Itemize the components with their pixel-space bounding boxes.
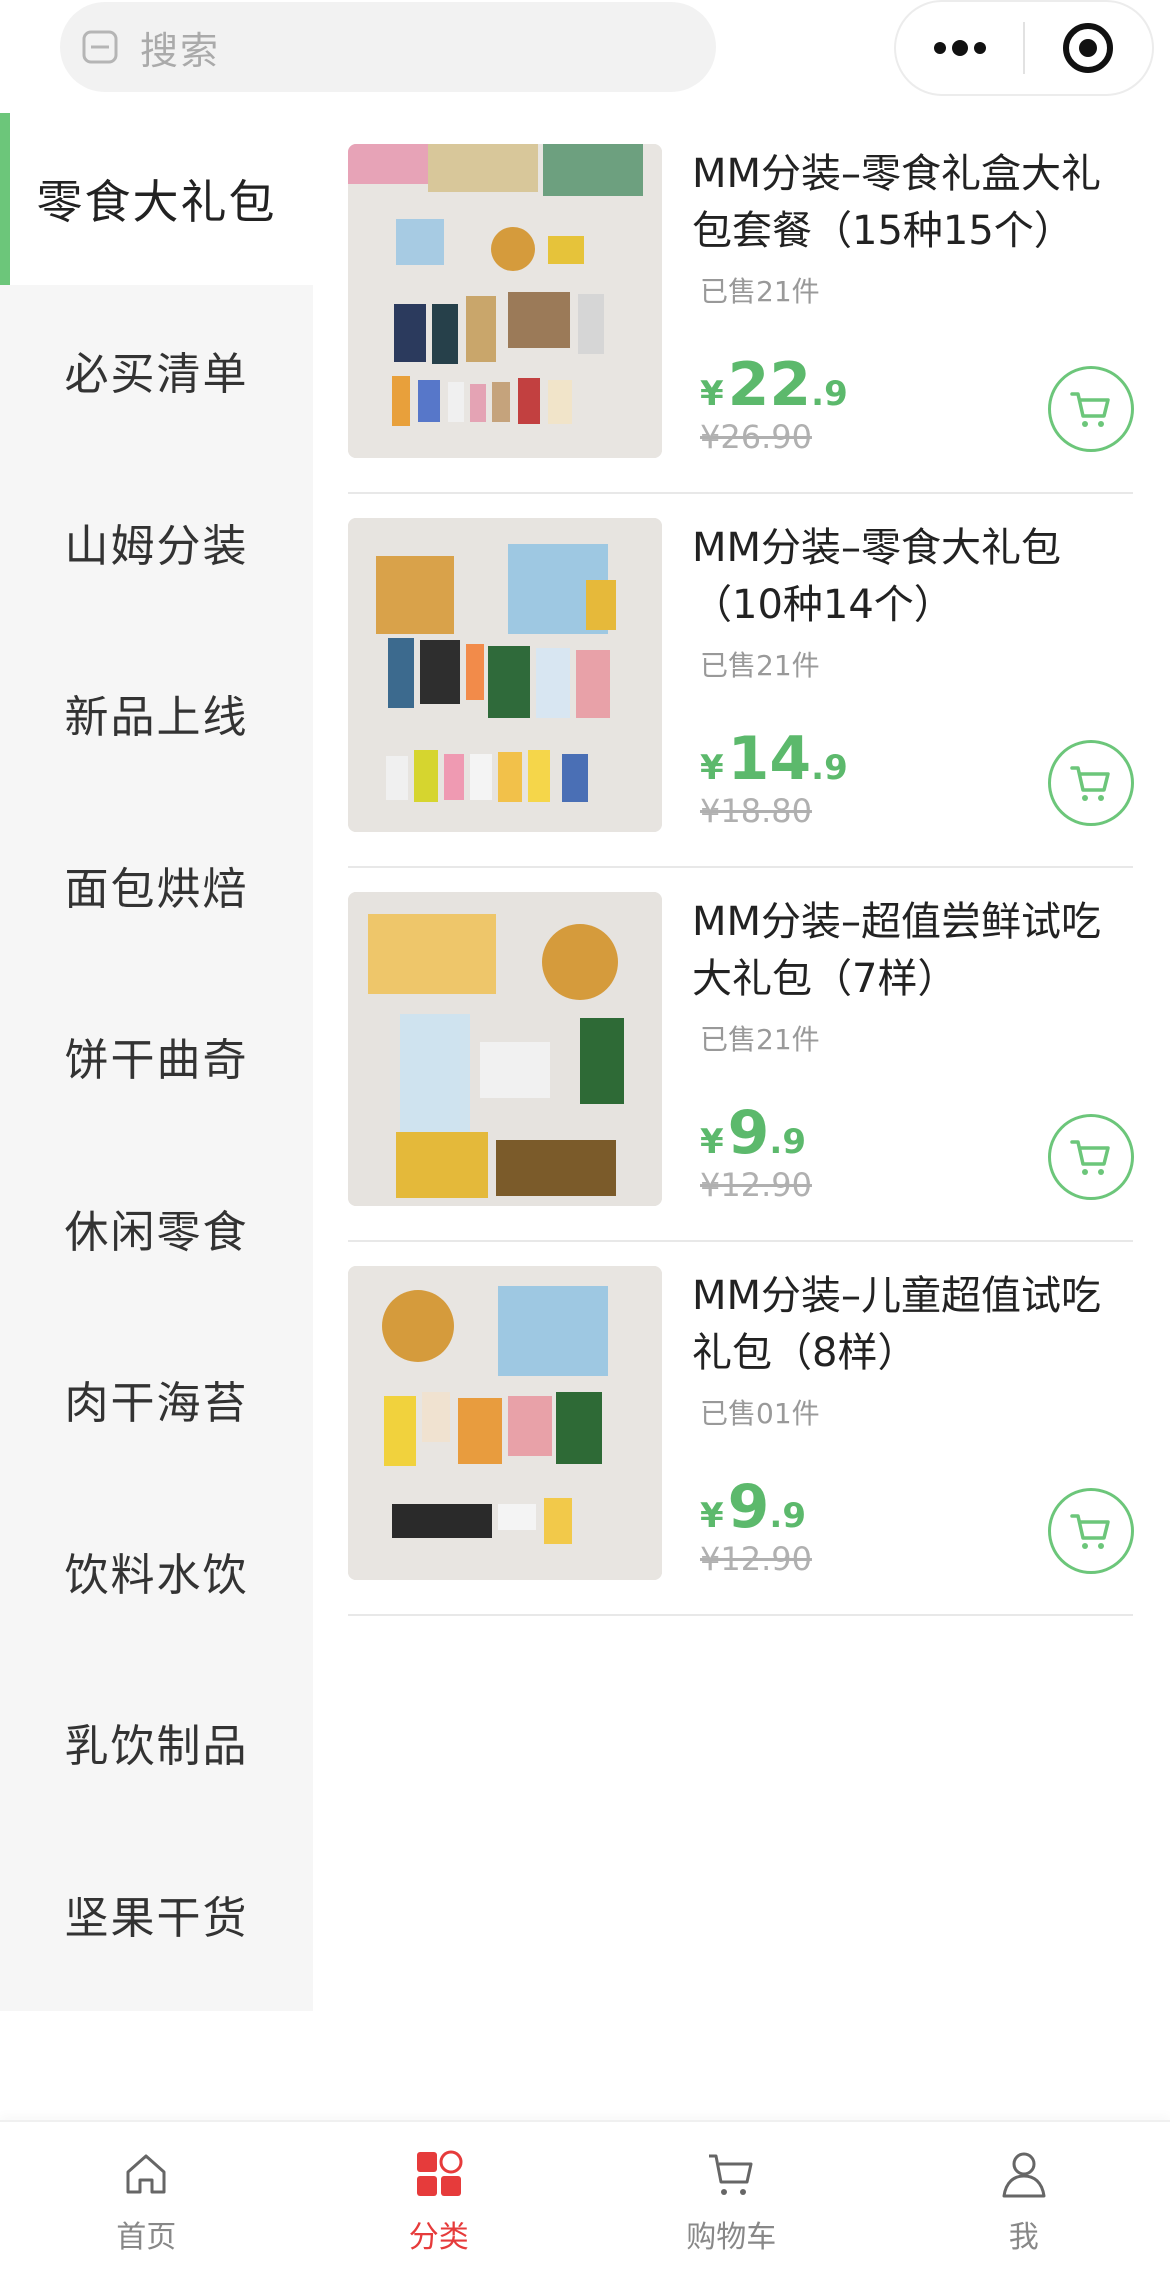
product-image[interactable] [348, 892, 662, 1206]
tab-label: 购物车 [686, 2220, 777, 2255]
sold-count: 已售21件 [700, 649, 820, 682]
cart-icon [709, 2154, 753, 2195]
product-card[interactable]: MM分装–零食大礼包（10种14个） 已售21件 ¥ 14 .9 ¥18.80 [348, 494, 1134, 868]
original-price: ¥26.90 [700, 418, 812, 456]
original-price: ¥12.90 [700, 1540, 812, 1578]
product-image[interactable] [348, 518, 662, 832]
tab-bar: 首页 分类 购物车 我 [0, 2120, 1170, 2285]
sidebar-item[interactable]: 肉干海苔 [0, 1314, 313, 1486]
sidebar-item-label: 乳饮制品 [64, 1721, 249, 1773]
sold-count: 已售21件 [700, 1023, 820, 1056]
original-price: ¥18.80 [700, 792, 812, 830]
target-close-icon [1063, 23, 1114, 73]
tab-item[interactable]: 购物车 [585, 2122, 878, 2285]
cart-icon [1070, 1140, 1110, 1175]
miniprogram-capsule [894, 0, 1154, 96]
price-decimal: .9 [811, 374, 848, 414]
cart-icon [1070, 1514, 1110, 1549]
original-price: ¥12.90 [700, 1166, 812, 1204]
price-integer: 22 [727, 350, 812, 420]
sold-count: 已售21件 [700, 275, 820, 308]
add-to-cart-button[interactable] [1048, 366, 1134, 452]
product-title: MM分装–儿童超值试吃礼包（8样） [692, 1273, 1102, 1376]
close-button[interactable] [1025, 0, 1152, 96]
tab-item[interactable]: 首页 [0, 2122, 293, 2285]
product-title: MM分装–零食大礼包（10种14个） [692, 525, 1062, 628]
sidebar-item[interactable]: 面包烘焙 [0, 799, 313, 971]
product-card[interactable]: MM分装–儿童超值试吃礼包（8样） 已售01件 ¥ 9 .9 ¥12.90 [348, 1242, 1134, 1616]
category-sidebar: 零食大礼包必买清单山姆分装新品上线面包烘焙饼干曲奇休闲零食肉干海苔饮料水饮乳饮制… [0, 113, 313, 2011]
product-image[interactable] [348, 144, 662, 458]
product-price: ¥ 9 .9 [700, 1098, 806, 1168]
product-title: MM分装–超值尝鲜试吃大礼包（7样） [692, 899, 1102, 1002]
sidebar-item[interactable]: 新品上线 [0, 628, 313, 800]
price-integer: 9 [727, 1472, 770, 1542]
product-price: ¥ 14 .9 [700, 724, 848, 794]
sidebar-item-label: 饮料水饮 [64, 1549, 249, 1601]
sold-count: 已售01件 [700, 1397, 820, 1430]
currency-symbol: ¥ [700, 748, 724, 788]
tab-label: 首页 [116, 2220, 177, 2255]
cart-icon [1070, 766, 1110, 801]
price-decimal: .9 [769, 1122, 806, 1162]
tab-item[interactable]: 我 [878, 2122, 1170, 2285]
product-price: ¥ 9 .9 [700, 1472, 806, 1542]
sidebar-item-label: 饼干曲奇 [64, 1035, 249, 1087]
tab-item[interactable]: 分类 [293, 2122, 586, 2285]
currency-symbol: ¥ [700, 1122, 724, 1162]
home-icon [126, 2154, 166, 2194]
search-placeholder: 搜索 [140, 28, 221, 73]
tab-label: 分类 [408, 2220, 469, 2255]
price-integer: 9 [727, 1098, 770, 1168]
sidebar-item-label: 山姆分装 [64, 520, 249, 572]
product-title: MM分装–零食礼盒大礼包套餐（15种15个） [692, 151, 1102, 254]
cart-icon [1070, 392, 1110, 427]
product-list: MM分装–零食礼盒大礼包套餐（15种15个） 已售21件 ¥ 22 .9 ¥26… [348, 120, 1134, 1616]
sidebar-item-label: 肉干海苔 [64, 1378, 249, 1430]
add-to-cart-button[interactable] [1048, 740, 1134, 826]
product-image[interactable] [348, 1266, 662, 1580]
price-decimal: .9 [769, 1496, 806, 1536]
sidebar-item[interactable]: 必买清单 [0, 285, 313, 457]
currency-symbol: ¥ [700, 1496, 724, 1536]
add-to-cart-button[interactable] [1048, 1488, 1134, 1574]
add-to-cart-button[interactable] [1048, 1114, 1134, 1200]
search-icon [82, 30, 118, 64]
sidebar-item[interactable]: 零食大礼包 [0, 113, 313, 285]
sidebar-item[interactable]: 山姆分装 [0, 456, 313, 628]
app-screen: 搜索 零食大礼包必买清单山姆分装新品上线面包烘焙饼干曲奇休闲零食肉干海苔饮料水饮… [0, 0, 1170, 2285]
tab-label: 我 [1008, 2220, 1039, 2255]
more-button[interactable] [896, 0, 1023, 96]
sidebar-item-label: 坚果干货 [64, 1892, 249, 1944]
user-icon [1002, 2152, 1046, 2198]
sidebar-item[interactable]: 饮料水饮 [0, 1485, 313, 1657]
sidebar-item-label: 必买清单 [64, 349, 249, 401]
product-price: ¥ 22 .9 [700, 350, 848, 420]
product-card[interactable]: MM分装–零食礼盒大礼包套餐（15种15个） 已售21件 ¥ 22 .9 ¥26… [348, 120, 1134, 494]
price-integer: 14 [727, 724, 812, 794]
sidebar-item[interactable]: 坚果干货 [0, 1828, 313, 2000]
sidebar-item-label: 零食大礼包 [36, 174, 277, 229]
sidebar-item[interactable]: 休闲零食 [0, 1142, 313, 1314]
sidebar-item[interactable]: 饼干曲奇 [0, 971, 313, 1143]
sidebar-item[interactable]: 乳饮制品 [0, 1657, 313, 1829]
sidebar-item-label: 休闲零食 [64, 1206, 249, 1258]
sidebar-item-label: 面包烘焙 [64, 863, 249, 915]
sidebar-item-label: 新品上线 [64, 692, 249, 744]
search-input[interactable]: 搜索 [60, 2, 716, 92]
product-card[interactable]: MM分装–超值尝鲜试吃大礼包（7样） 已售21件 ¥ 9 .9 ¥12.90 [348, 868, 1134, 1242]
currency-symbol: ¥ [700, 374, 724, 414]
more-dots-icon [933, 40, 986, 56]
category-icon [416, 2150, 463, 2196]
price-decimal: .9 [811, 748, 848, 788]
